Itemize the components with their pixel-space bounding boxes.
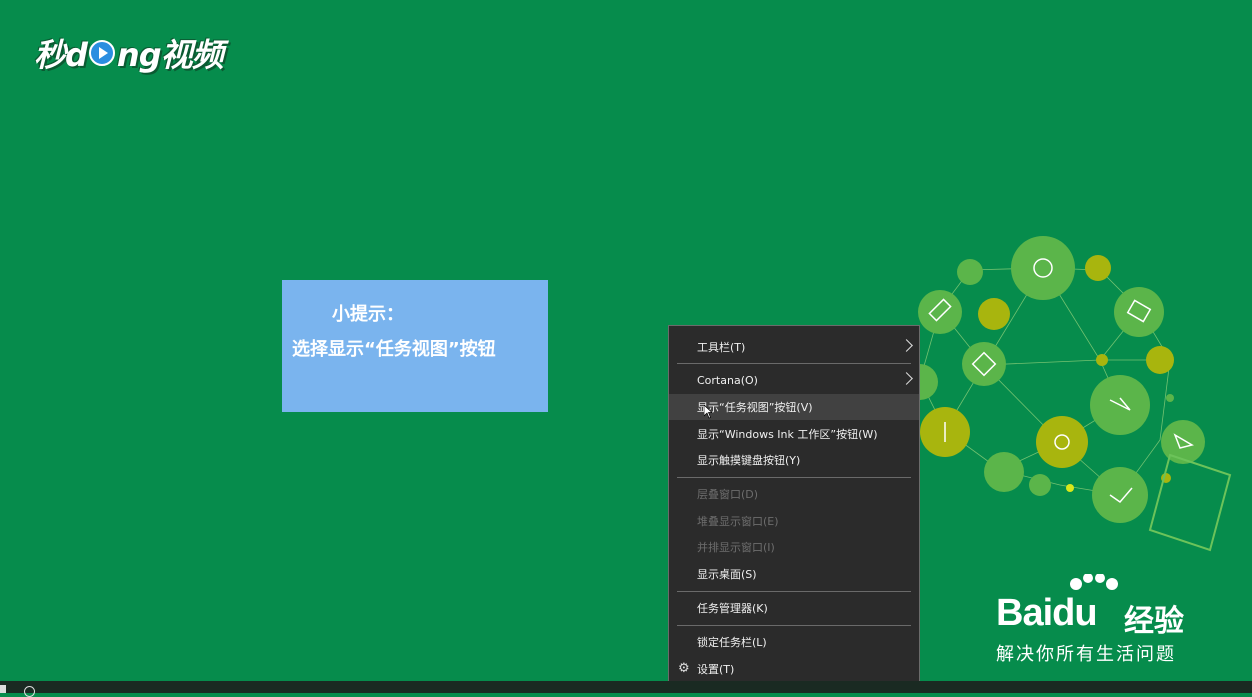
menu-separator: [677, 591, 911, 592]
menu-item-show-touch-keyboard-button[interactable]: 显示触摸键盘按钮(Y): [669, 447, 919, 473]
logo-text-part1: 秒d: [34, 36, 88, 74]
menu-separator: [677, 477, 911, 478]
taskbar-context-menu: 工具栏(T) Cortana(O) 显示“任务视图”按钮(V) 显示“Windo…: [668, 325, 920, 689]
tip-title: 小提示：: [332, 304, 404, 325]
menu-separator: [677, 625, 911, 626]
gear-icon: ⚙: [678, 661, 690, 676]
tip-box: 小提示： 选择显示“任务视图”按钮: [282, 280, 548, 412]
menu-item-label: 显示触摸键盘按钮(Y): [697, 454, 801, 467]
tip-body: 选择显示“任务视图”按钮: [292, 339, 496, 360]
search-icon[interactable]: [24, 686, 35, 697]
chevron-right-icon: [900, 372, 913, 385]
menu-separator: [677, 363, 911, 364]
menu-item-cascade-windows: 层叠窗口(D): [669, 481, 919, 507]
menu-item-label: Cortana(O): [697, 373, 758, 387]
menu-item-show-windows-ink-button[interactable]: 显示“Windows Ink 工作区”按钮(W): [669, 421, 919, 447]
menu-item-settings[interactable]: ⚙ 设置(T): [669, 656, 919, 682]
menu-item-lock-taskbar[interactable]: 锁定任务栏(L): [669, 629, 919, 655]
menu-item-label: 显示“任务视图”按钮(V): [697, 401, 813, 414]
decorative-bubble-graphic: [902, 236, 1232, 552]
logo-text-part2: ng视频: [116, 36, 224, 74]
miaodong-video-logo: 秒d ng视频: [34, 28, 224, 78]
chevron-right-icon: [900, 339, 913, 352]
menu-item-toolbars[interactable]: 工具栏(T): [669, 334, 919, 360]
menu-item-label: 并排显示窗口(I): [697, 541, 775, 554]
menu-item-stack-windows: 堆叠显示窗口(E): [669, 508, 919, 534]
menu-item-cortana[interactable]: Cortana(O): [669, 367, 919, 393]
menu-item-show-desktop[interactable]: 显示桌面(S): [669, 561, 919, 587]
menu-item-label: 锁定任务栏(L): [697, 636, 767, 649]
menu-item-label: 显示桌面(S): [697, 568, 757, 581]
menu-item-label: 任务管理器(K): [697, 602, 768, 615]
menu-item-label: 设置(T): [697, 663, 735, 676]
menu-item-label: 层叠窗口(D): [697, 488, 759, 501]
windows-taskbar[interactable]: [0, 681, 1252, 697]
baidu-slogan: 解决你所有生活问题: [996, 644, 1176, 665]
start-button[interactable]: [0, 685, 6, 693]
menu-item-side-by-side-windows: 并排显示窗口(I): [669, 534, 919, 560]
menu-item-label: 堆叠显示窗口(E): [697, 515, 779, 528]
mouse-cursor-icon: [704, 405, 712, 419]
baidu-brand-jingyan: 经验: [1124, 604, 1184, 639]
baidu-jingyan-logo: Baidu 经验 解决你所有生活问题: [996, 574, 1216, 669]
menu-item-label: 工具栏(T): [697, 341, 746, 354]
baidu-paw-icon: [1070, 574, 1118, 590]
play-icon: [88, 40, 115, 66]
menu-item-label: 显示“Windows Ink 工作区”按钮(W): [697, 428, 878, 441]
menu-item-task-manager[interactable]: 任务管理器(K): [669, 595, 919, 621]
baidu-brand-bai: Bai: [996, 592, 1053, 634]
